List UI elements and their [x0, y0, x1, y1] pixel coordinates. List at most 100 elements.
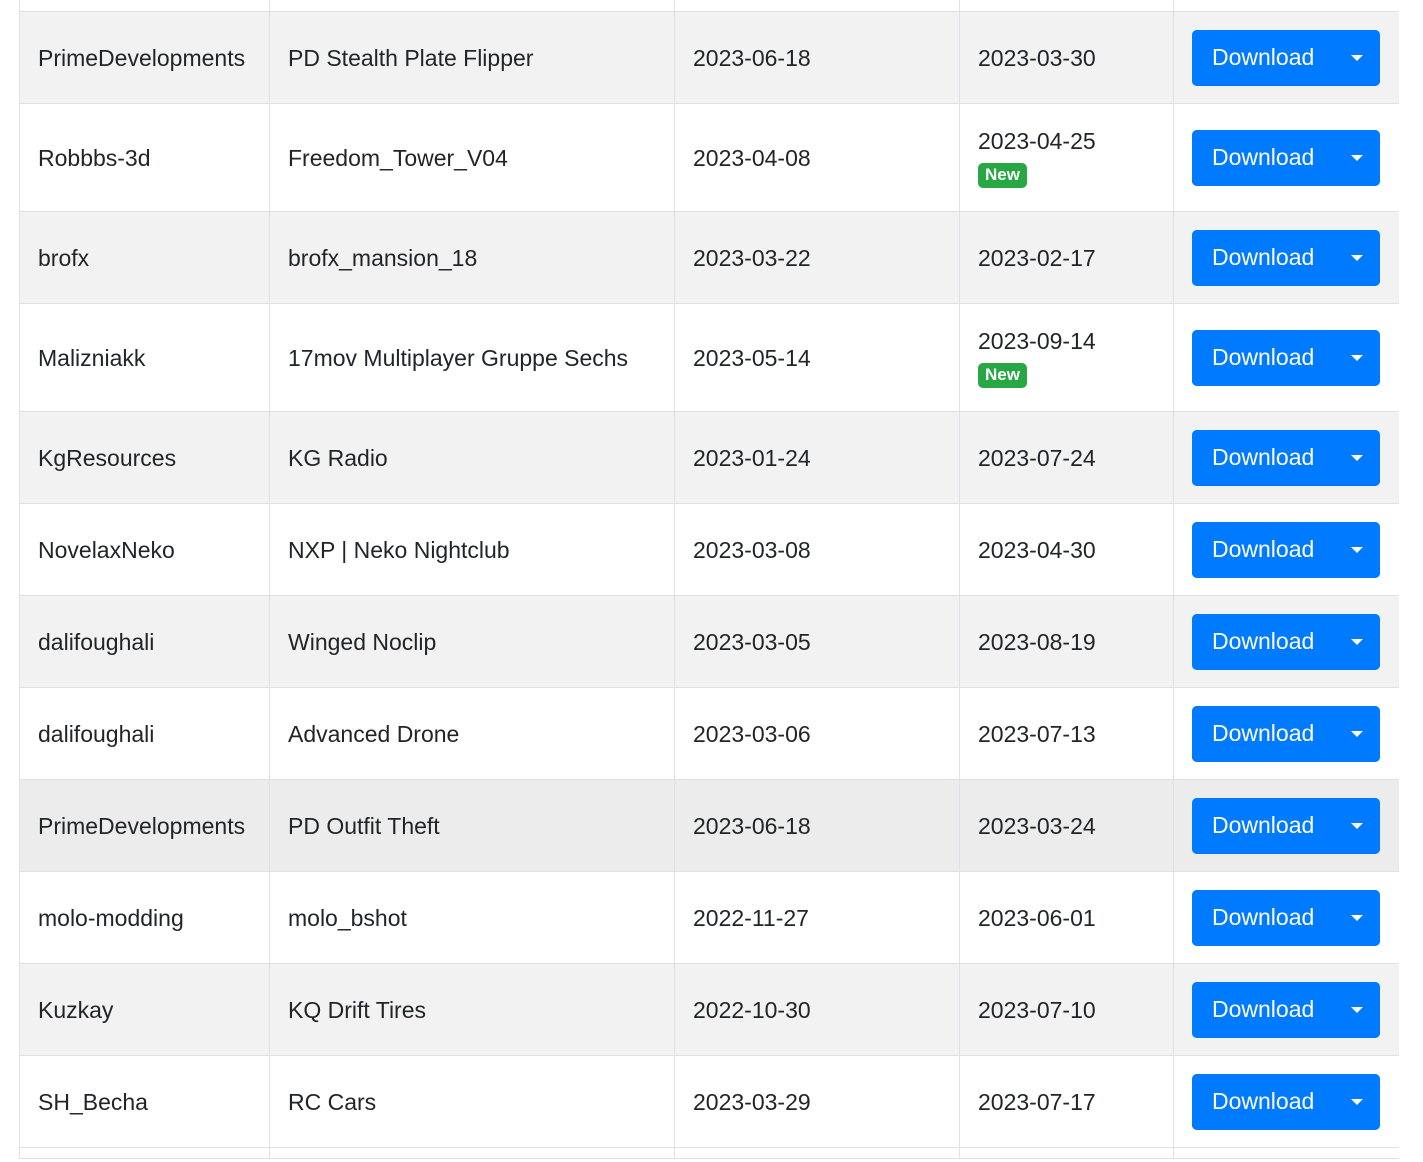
- updated-date-wrap: 2023-09-14 New: [978, 327, 1155, 388]
- resource-name-cell: KQ Drift Tires: [269, 963, 675, 1056]
- caret-down-icon: [1350, 546, 1363, 553]
- download-options-toggle[interactable]: [1333, 229, 1380, 286]
- resource-name-cell: Winged Noclip: [269, 595, 675, 688]
- download-options-toggle[interactable]: [1333, 521, 1380, 578]
- resource-name: Freedom_Tower_V04: [288, 144, 508, 171]
- author-name: Robbbs-3d: [38, 144, 151, 171]
- updated-date-cell: 2023-09-14 New: [959, 303, 1174, 412]
- updated-date-wrap: 2023-04-25 New: [978, 127, 1155, 188]
- table-row: PrimeDevelopments PD Stealth Plate Flippe…: [19, 11, 1399, 104]
- updated-date-cell: 2023-08-19: [959, 595, 1174, 688]
- resource-name-cell: Advanced Drone: [269, 687, 675, 780]
- resource-name-cell: NXP | Neko Nightclub: [269, 503, 675, 596]
- table-row: SH_Becha RC Cars 2023-03-29 2023-07-17 Downl…: [19, 1055, 1399, 1148]
- table-row: dalifoughali Winged Noclip 2023-03-05 2023-…: [19, 595, 1399, 688]
- new-badge: New: [978, 363, 1027, 388]
- download-button[interactable]: Download: [1192, 981, 1333, 1038]
- download-options-toggle[interactable]: [1333, 429, 1380, 486]
- table-row: dalifoughali Advanced Drone 2023-03-06 2023…: [19, 687, 1399, 780]
- resource-name: RC Cars: [288, 1088, 377, 1115]
- download-button[interactable]: Download: [1192, 429, 1333, 486]
- resource-name-cell: PD Stealth Plate Flipper: [269, 11, 675, 104]
- download-button[interactable]: Download: [1192, 797, 1333, 854]
- updated-date-wrap: 2023-07-24: [978, 444, 1155, 472]
- resource-name: PD Outfit Theft: [288, 812, 440, 839]
- download-split-button: Download: [1192, 889, 1380, 946]
- created-date: 2023-03-29: [693, 1088, 811, 1115]
- updated-date: 2023-07-13: [978, 720, 1096, 747]
- updated-date-cell: 2023-07-17: [959, 1055, 1174, 1148]
- created-date: 2023-03-06: [693, 720, 811, 747]
- table-row-partial-bottom: [19, 1147, 1399, 1159]
- download-split-button: Download: [1192, 981, 1380, 1038]
- author-cell: PrimeDevelopments: [19, 11, 270, 104]
- updated-date-cell: 2023-04-25 New: [959, 103, 1174, 212]
- download-button[interactable]: Download: [1192, 229, 1333, 286]
- download-options-toggle[interactable]: [1333, 29, 1380, 86]
- resource-table-body: PrimeDevelopments PD Stealth Plate Flippe…: [19, 0, 1399, 1159]
- download-button[interactable]: Download: [1192, 1073, 1333, 1130]
- actions-cell: Download: [1173, 687, 1399, 780]
- actions-cell: Download: [1173, 595, 1399, 688]
- resource-name: brofx_mansion_18: [288, 244, 478, 271]
- updated-date: 2023-02-17: [978, 244, 1096, 271]
- updated-date-cell: 2023-04-30: [959, 503, 1174, 596]
- updated-date-cell: 2023-07-10: [959, 963, 1174, 1056]
- actions-cell: Download: [1173, 1055, 1399, 1148]
- actions-cell: Download: [1173, 211, 1399, 304]
- download-split-button: Download: [1192, 1073, 1380, 1130]
- created-date-cell: 2023-03-08: [674, 503, 960, 596]
- updated-date-cell: 2023-03-24: [959, 779, 1174, 872]
- resource-table-container: PrimeDevelopments PD Stealth Plate Flippe…: [19, 0, 1399, 1162]
- author-cell: Malizniakk: [19, 303, 270, 412]
- download-options-toggle[interactable]: [1333, 705, 1380, 762]
- download-button[interactable]: Download: [1192, 329, 1333, 386]
- download-options-toggle[interactable]: [1333, 981, 1380, 1038]
- created-date-cell: 2023-06-18: [674, 11, 960, 104]
- new-badge: New: [978, 163, 1027, 188]
- updated-date: 2023-04-25: [978, 128, 1096, 154]
- download-button[interactable]: Download: [1192, 521, 1333, 578]
- created-date-cell: 2023-06-18: [674, 779, 960, 872]
- updated-date: 2023-08-19: [978, 628, 1096, 655]
- download-options-toggle[interactable]: [1333, 1073, 1380, 1130]
- author-cell: dalifoughali: [19, 595, 270, 688]
- table-row: molo-modding molo_bshot 2022-11-27 2023-06-…: [19, 871, 1399, 964]
- download-options-toggle[interactable]: [1333, 889, 1380, 946]
- updated-date-cell: 2023-06-01: [959, 871, 1174, 964]
- author-name: molo-modding: [38, 904, 184, 931]
- download-options-toggle[interactable]: [1333, 129, 1380, 186]
- actions-cell: Download: [1173, 963, 1399, 1056]
- author-cell: SH_Becha: [19, 1055, 270, 1148]
- actions-cell: Download: [1173, 871, 1399, 964]
- created-date: 2022-11-27: [693, 904, 809, 931]
- updated-date: 2023-07-24: [978, 444, 1096, 471]
- resource-name: molo_bshot: [288, 904, 407, 931]
- caret-down-icon: [1350, 254, 1363, 261]
- caret-down-icon: [1350, 1098, 1363, 1105]
- download-button[interactable]: Download: [1192, 129, 1333, 186]
- download-button[interactable]: Download: [1192, 889, 1333, 946]
- created-date: 2023-03-05: [693, 628, 811, 655]
- updated-date-wrap: 2023-07-17: [978, 1088, 1155, 1116]
- created-date-cell: 2023-03-06: [674, 687, 960, 780]
- resource-table: PrimeDevelopments PD Stealth Plate Flippe…: [19, 0, 1399, 1159]
- caret-down-icon: [1350, 638, 1363, 645]
- author-cell: brofx: [19, 211, 270, 304]
- updated-date-wrap: 2023-08-19: [978, 628, 1155, 656]
- updated-date-cell: 2023-07-24: [959, 411, 1174, 504]
- author-name: PrimeDevelopments: [38, 44, 246, 71]
- download-options-toggle[interactable]: [1333, 613, 1380, 670]
- resource-name: NXP | Neko Nightclub: [288, 536, 510, 563]
- created-date: 2023-03-08: [693, 536, 811, 563]
- author-name: Malizniakk: [38, 344, 146, 371]
- download-options-toggle[interactable]: [1333, 329, 1380, 386]
- resource-name-cell: brofx_mansion_18: [269, 211, 675, 304]
- download-options-toggle[interactable]: [1333, 797, 1380, 854]
- download-button[interactable]: Download: [1192, 29, 1333, 86]
- download-button[interactable]: Download: [1192, 613, 1333, 670]
- caret-down-icon: [1350, 54, 1363, 61]
- updated-date: 2023-04-30: [978, 536, 1096, 563]
- caret-down-icon: [1350, 914, 1363, 921]
- download-button[interactable]: Download: [1192, 705, 1333, 762]
